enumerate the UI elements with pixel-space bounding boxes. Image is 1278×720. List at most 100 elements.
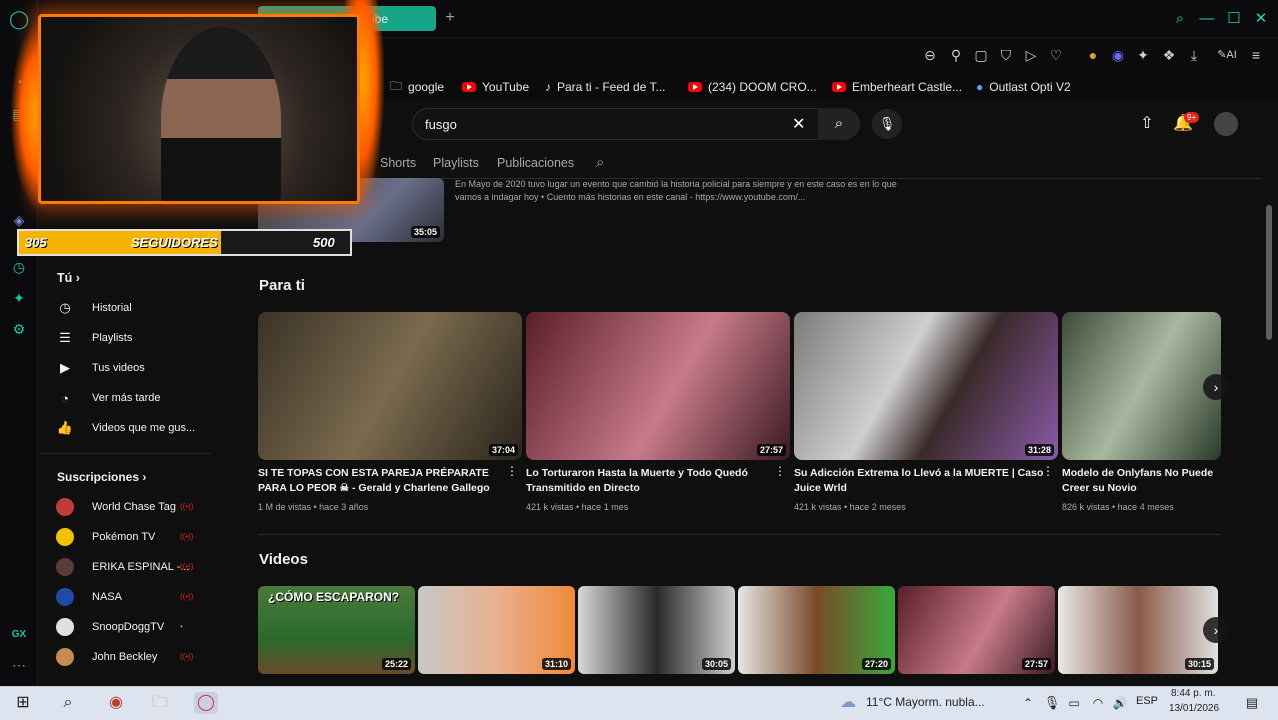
zoom-out-icon[interactable]: ⊖	[920, 45, 940, 65]
voice-search-button[interactable]: 🎙	[872, 109, 902, 139]
channel-avatar	[56, 528, 74, 546]
history-icon[interactable]: ◷	[9, 257, 29, 277]
sidebar-item-playlists[interactable]: ☰ Playlists	[56, 327, 132, 349]
heart-icon[interactable]: ♡	[1046, 45, 1066, 65]
search-input[interactable]: fusgo	[412, 108, 820, 140]
search-icon[interactable]: ⌕	[56, 692, 80, 714]
video-card[interactable]: Modelo de Onlyfans No Puede Creer su Nov…	[1062, 312, 1221, 522]
channel-search-icon[interactable]: ⌕	[596, 154, 604, 171]
video-thumbnail[interactable]	[1062, 312, 1221, 460]
more-options-icon[interactable]: ⋮	[774, 464, 786, 478]
search-button[interactable]: ⌕	[818, 108, 860, 140]
notification-center-icon[interactable]: ▤	[1240, 692, 1264, 714]
opera-gx-taskbar-icon[interactable]: ◯	[194, 692, 218, 714]
extension-misc-icon[interactable]: ❖	[1159, 45, 1179, 65]
bookmark-doom[interactable]: (234) DOOM CRO...	[688, 78, 817, 96]
playlist-icon: ☰	[59, 330, 71, 345]
carousel-next-button[interactable]: ›	[1203, 617, 1229, 643]
volume-icon[interactable]: 🔊	[1108, 692, 1132, 714]
video-thumbnail[interactable]: 27:57	[526, 312, 790, 460]
tab-playlists[interactable]: Playlists	[433, 156, 479, 170]
video-title[interactable]: Modelo de Onlyfans No Puede Creer su Nov…	[1062, 466, 1221, 496]
bookmark-google[interactable]: 🗀 google	[390, 78, 444, 96]
menu-icon[interactable]: ≡	[1246, 45, 1266, 65]
settings-icon[interactable]: ⚙	[9, 319, 29, 339]
subscription-item[interactable]: NASA	[56, 586, 122, 608]
bookmark-emberheart[interactable]: Emberheart Castle...	[832, 78, 962, 96]
followers-goal: 500	[313, 235, 335, 250]
ai-icon[interactable]: ✎AI	[1212, 45, 1242, 65]
play-icon[interactable]: ▷	[1021, 45, 1041, 65]
channel-avatar	[56, 588, 74, 606]
more-options-icon[interactable]: ⋮	[1042, 464, 1054, 478]
video-card[interactable]: 37:04 SI TE TOPAS CON ESTA PAREJA PRÉPAR…	[258, 312, 522, 512]
bookmark-youtube[interactable]: YouTube	[462, 78, 529, 96]
extension-chat-icon[interactable]: ◉	[1108, 45, 1128, 65]
clock-date[interactable]: 13/01/2026	[1169, 703, 1219, 714]
video-thumbnail[interactable]: ¿CÓMO ESCAPARON? 25:22	[258, 586, 415, 674]
video-thumbnail[interactable]: 37:04	[258, 312, 522, 460]
avatar[interactable]	[1214, 112, 1238, 136]
sidebar-item-your-videos[interactable]: ▶ Tus videos	[56, 357, 145, 379]
minimize-icon[interactable]: —	[1196, 8, 1218, 30]
wifi-icon[interactable]: ◠	[1086, 692, 1110, 714]
extensions-icon[interactable]: ✦	[9, 288, 29, 308]
more-icon[interactable]: ⋯	[9, 655, 29, 675]
maximize-icon[interactable]: ☐	[1223, 8, 1245, 30]
video-thumbnail[interactable]: 31:10	[418, 586, 575, 674]
video-card[interactable]: 31:28 Su Adicción Extrema lo Llevó a la …	[794, 312, 1058, 512]
video-title[interactable]: Lo Torturaron Hasta la Muerte y Todo Que…	[526, 466, 776, 496]
video-thumbnail[interactable]: 31:28	[794, 312, 1058, 460]
video-card[interactable]: 27:57 Lo Torturaron Hasta la Muerte y To…	[526, 312, 790, 512]
sidebar-subscriptions-heading[interactable]: Suscripciones ›	[57, 470, 146, 484]
channel-avatar	[56, 648, 74, 666]
pin-icon[interactable]: ⚲	[946, 45, 966, 65]
upload-icon[interactable]: ⇧	[1135, 112, 1159, 136]
battery-icon[interactable]: ▭	[1062, 692, 1086, 714]
microphone-icon[interactable]: 🎙	[1040, 692, 1064, 714]
subscription-item[interactable]: Pokémon TV	[56, 526, 155, 548]
video-thumbnail[interactable]: 27:20	[738, 586, 895, 674]
sidebar-you-heading[interactable]: Tú ›	[57, 271, 80, 285]
file-explorer-icon[interactable]: 🗀	[148, 692, 172, 714]
video-title[interactable]: Su Adicción Extrema lo Llevó a la MUERTE…	[794, 466, 1044, 496]
bookmark-outlast[interactable]: ● Outlast Opti V2	[976, 78, 1071, 96]
clear-search-icon[interactable]: ✕	[792, 114, 805, 134]
more-options-icon[interactable]: ⋮	[506, 464, 518, 478]
page-scrollbar[interactable]	[1266, 205, 1272, 340]
shield-icon[interactable]: ⛉	[996, 45, 1016, 65]
weather-icon[interactable]: ☁	[836, 692, 860, 714]
close-icon[interactable]: ✕	[1250, 8, 1272, 30]
bookmark-tiktok[interactable]: ♪ Para ti - Feed de T...	[545, 78, 666, 96]
video-title[interactable]: SI TE TOPAS CON ESTA PAREJA PRÉPARATE PA…	[258, 466, 508, 496]
tab-posts[interactable]: Publicaciones	[497, 156, 574, 170]
discord-icon[interactable]: ◈	[9, 210, 29, 230]
language-indicator[interactable]: ESP	[1136, 695, 1158, 707]
search-icon[interactable]: ⌕	[1169, 8, 1191, 30]
subscription-item[interactable]: John Beckley	[56, 646, 157, 668]
windows-start-icon[interactable]: ⊞	[11, 692, 35, 714]
tab-shorts[interactable]: Shorts	[380, 156, 416, 170]
tray-chevron-up-icon[interactable]: ⌃	[1016, 692, 1040, 714]
search-icon: ⌕	[834, 115, 844, 132]
subscription-item[interactable]: SnoopDoggTV	[56, 616, 164, 638]
app-obs-icon[interactable]: ◉	[104, 692, 128, 714]
video-thumbnail[interactable]: 30:15	[1058, 586, 1218, 674]
extensions-icon[interactable]: ✦	[1133, 45, 1153, 65]
download-icon[interactable]: ⤓	[1184, 45, 1204, 65]
clock-time[interactable]: 8:44 p. m.	[1171, 688, 1215, 699]
subscription-item[interactable]: ERIKA ESPINAL -...	[56, 556, 189, 578]
video-duration: 31:10	[541, 658, 571, 670]
new-tab-button[interactable]: +	[440, 8, 460, 28]
carousel-next-button[interactable]: ›	[1203, 374, 1229, 400]
video-thumbnail[interactable]: 27:57	[898, 586, 1055, 674]
subscription-item[interactable]: World Chase Tag	[56, 496, 176, 518]
extension-color-icon[interactable]: ●	[1083, 45, 1103, 65]
sidebar-item-watch-later[interactable]: ◔ Ver más tarde	[56, 387, 160, 409]
sidebar-item-history[interactable]: ◷ Historial	[56, 297, 131, 319]
weather-text[interactable]: 11°C Mayorm. nubla...	[866, 695, 985, 709]
sidebar-item-liked-videos[interactable]: 👍 Videos que me gus...	[56, 417, 195, 439]
snapshot-icon[interactable]: ▢	[971, 45, 991, 65]
gx-icon[interactable]: GX	[9, 625, 29, 645]
video-thumbnail[interactable]: 30:05	[578, 586, 735, 674]
